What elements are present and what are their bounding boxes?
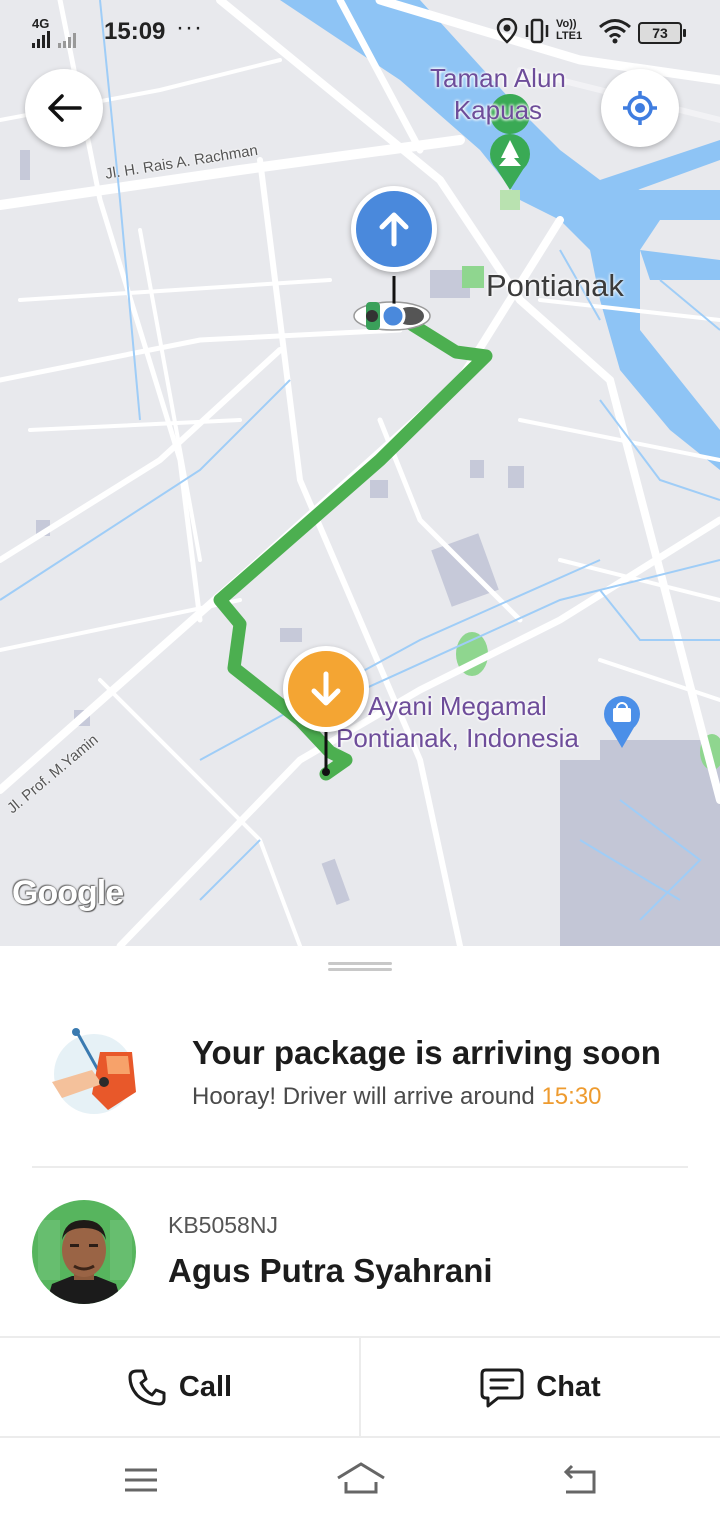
map-view[interactable]: 4G 15:09 ··· Vo)) LTE1 73 Taman Alun Kap… [0,0,720,946]
back-nav-icon[interactable] [560,1460,600,1500]
poi-label-mall: Ayani Megamal Pontianak, Indonesia [336,691,579,753]
arrow-left-icon [48,94,82,122]
chat-label: Chat [536,1370,601,1403]
driver-avatar[interactable] [32,1200,136,1304]
map-base [0,0,720,946]
license-plate: KB5058NJ [168,1212,278,1238]
poi-label-park: Taman Alun Kapuas [430,63,566,125]
crosshair-icon [623,91,657,125]
contact-actions: Call Chat [0,1336,720,1438]
divider [32,1166,688,1168]
call-label: Call [178,1370,233,1403]
call-button[interactable]: Call [0,1338,359,1436]
city-label: Pontianak [486,268,624,303]
clock: 15:09 [104,18,166,45]
driver-name: Agus Putra Syahrani [168,1252,493,1289]
arrow-up-icon [379,212,409,247]
status-bar: 4G 15:09 ··· Vo)) LTE1 73 [0,0,720,64]
phone-icon [128,1369,166,1406]
drag-handle[interactable] [328,962,392,972]
location-icon [496,18,518,44]
status-subtitle: Hooray! Driver will arrive around 15:30 [192,1083,602,1111]
status-title: Your package is arriving soon [192,1034,661,1071]
back-button[interactable] [25,69,103,147]
pickup-pin[interactable] [351,186,437,272]
chat-button[interactable]: Chat [361,1338,720,1436]
wifi-icon [599,19,631,44]
eta-time: 15:30 [541,1083,602,1110]
dropoff-pin[interactable] [283,646,369,732]
more-notifications-icon: ··· [176,14,203,41]
status-subtitle-text: Hooray! Driver will arrive around [192,1083,542,1110]
menu-icon[interactable] [121,1460,161,1500]
signal-icon [32,31,76,48]
order-status-sheet: Your package is arriving soon Hooray! Dr… [0,946,720,1438]
recenter-button[interactable] [601,69,679,147]
arrow-down-icon [311,671,341,706]
network-indicator: 4G [32,16,92,49]
lte-indicator: Vo)) LTE1 [556,18,583,42]
system-navigation-bar [0,1438,720,1520]
chat-icon [480,1368,524,1408]
home-icon[interactable] [336,1460,386,1500]
google-attribution: Google [12,874,124,912]
driver-photo [32,1200,136,1304]
battery-indicator: 73 [638,22,686,44]
vibrate-icon [525,18,549,44]
delivery-driver-illustration-icon [52,1028,136,1114]
